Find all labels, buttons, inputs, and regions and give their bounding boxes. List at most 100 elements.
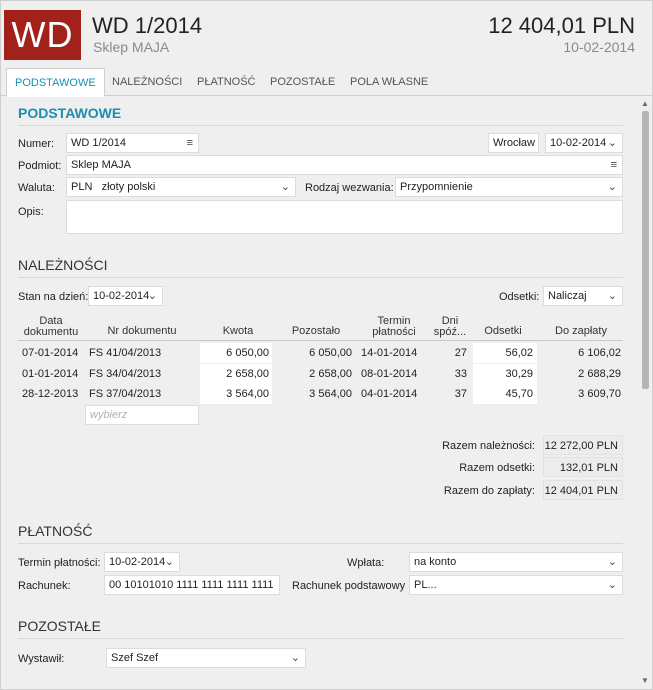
sum-receivables-value: 12 272,00 PLN: [543, 435, 623, 455]
number-field[interactable]: WD 1/2014 ≡: [66, 133, 199, 153]
as-of-label: Stan na dzień:: [18, 291, 89, 303]
entity-field[interactable]: Sklep MAJA ≡: [66, 155, 623, 175]
payment-due-value: 10-02-2014: [109, 556, 166, 568]
document-total: 12 404,01 PLN: [488, 13, 635, 38]
notice-type-label: Rodzaj wezwania:: [305, 182, 394, 194]
cell-amount[interactable]: 2 658,00: [200, 364, 272, 384]
payment-due-label: Termin płatności:: [18, 557, 101, 569]
add-document-input[interactable]: wybierz: [85, 405, 199, 425]
main-account-value: PL...: [414, 579, 437, 591]
deposit-label: Wpłata:: [347, 557, 385, 569]
issue-date-value: 10-02-2014: [550, 137, 607, 149]
document-number-title: WD 1/2014: [92, 13, 203, 38]
sum-to-pay-value: 12 404,01 PLN: [543, 480, 623, 500]
currency-select[interactable]: PLN złoty polski ⌄: [66, 177, 296, 197]
section-divider: [18, 543, 623, 544]
cell-days: 33: [454, 368, 467, 380]
interest-mode-label: Odsetki:: [499, 291, 540, 303]
issuer-value: Szef Szef: [111, 652, 159, 664]
cell-remaining: 3 564,00: [309, 388, 352, 400]
client-name: Sklep MAJA: [93, 39, 170, 55]
column-header-date: Data dokumentu: [21, 316, 81, 338]
tab-podstawowe[interactable]: PODSTAWOWE: [6, 68, 105, 97]
chevron-down-icon: ⌄: [290, 652, 300, 664]
cell-remaining: 2 658,00: [309, 368, 352, 380]
chevron-down-icon: ⌄: [280, 181, 290, 193]
scroll-up-arrow-icon[interactable]: ▲: [641, 99, 649, 108]
account-label: Rachunek:: [18, 580, 71, 592]
section-title-basic: PODSTAWOWE: [18, 105, 122, 121]
add-document-placeholder: wybierz: [90, 409, 128, 421]
scroll-down-arrow-icon[interactable]: ▼: [641, 676, 649, 685]
notice-type-select[interactable]: Przypomnienie ⌄: [395, 177, 623, 197]
cell-to-pay: 6 106,02: [578, 347, 621, 359]
account-field[interactable]: 00 10101010 1111 1111 1111 1111: [104, 575, 280, 595]
deposit-value: na konto: [414, 556, 457, 568]
cell-date: 28-12-2013: [22, 388, 79, 400]
sum-receivables-label: Razem należności:: [442, 440, 535, 452]
column-header-remaining: Pozostało: [291, 325, 341, 337]
column-header-amount: Kwota: [222, 325, 254, 337]
section-divider: [18, 638, 623, 639]
cell-date: 07-01-2014: [22, 347, 79, 359]
cell-amount[interactable]: 6 050,00: [200, 343, 272, 363]
issuer-select[interactable]: Szef Szef ⌄: [106, 648, 306, 668]
document-type-badge: WD: [4, 10, 81, 60]
currency-label: Waluta:: [18, 182, 55, 194]
cell-to-pay: 3 609,70: [578, 388, 621, 400]
tab-platnosc[interactable]: PŁATNOŚĆ: [189, 68, 263, 96]
account-value: 00 10101010 1111 1111 1111 1111: [109, 579, 274, 591]
section-title-payment: PŁATNOŚĆ: [18, 523, 93, 539]
tab-pola-wlasne[interactable]: POLA WŁASNE: [342, 68, 436, 96]
cell-interest[interactable]: 30,29: [473, 364, 537, 384]
cell-days: 27: [454, 347, 467, 359]
document-header: WD WD 1/2014 Sklep MAJA 12 404,01 PLN 10…: [1, 1, 652, 67]
cell-due: 04-01-2014: [361, 388, 418, 400]
city-field[interactable]: Wrocław: [488, 133, 539, 153]
interest-mode-value: Naliczaj: [548, 290, 587, 302]
sum-interest-label: Razem odsetki:: [459, 462, 535, 474]
section-title-other: POZOSTAŁE: [18, 618, 101, 634]
list-icon[interactable]: ≡: [187, 134, 193, 152]
list-icon[interactable]: ≡: [611, 156, 617, 174]
table-header-divider: [18, 340, 623, 341]
cell-interest[interactable]: 56,02: [473, 343, 537, 363]
section-title-receivables: NALEŻNOŚCI: [18, 257, 108, 273]
currency-code: PLN: [71, 181, 93, 193]
issuer-label: Wystawił:: [18, 653, 65, 665]
document-date: 10-02-2014: [563, 39, 635, 55]
as-of-date-picker[interactable]: 10-02-2014 ⌄: [88, 286, 163, 306]
chevron-down-icon: ⌄: [607, 137, 617, 149]
interest-mode-select[interactable]: Naliczaj ⌄: [543, 286, 623, 306]
number-field-value: WD 1/2014: [71, 137, 127, 149]
entity-label: Podmiot:: [18, 160, 62, 172]
tab-bar: PODSTAWOWE NALEŻNOŚCI PŁATNOŚĆ POZOSTAŁE…: [1, 68, 652, 97]
sum-to-pay-label: Razem do zapłaty:: [443, 485, 535, 497]
tab-pozostale[interactable]: POZOSTAŁE: [262, 68, 343, 96]
issue-date-picker[interactable]: 10-02-2014 ⌄: [545, 133, 623, 153]
tab-naleznosci[interactable]: NALEŻNOŚCI: [104, 68, 190, 96]
sum-interest-value: 132,01 PLN: [543, 457, 623, 477]
cell-interest[interactable]: 45,70: [473, 384, 537, 404]
entity-field-value: Sklep MAJA: [71, 159, 131, 171]
description-label: Opis:: [18, 206, 44, 218]
column-header-date-line2: dokumentu: [23, 326, 79, 338]
as-of-date-value: 10-02-2014: [93, 290, 150, 302]
payment-due-date-picker[interactable]: 10-02-2014 ⌄: [104, 552, 180, 572]
chevron-down-icon: ⌄: [147, 290, 157, 302]
cell-doc: FS 41/04/2013: [89, 347, 162, 359]
cell-amount[interactable]: 3 564,00: [200, 384, 272, 404]
column-header-due-line2: płatności: [372, 326, 416, 338]
cell-days: 37: [454, 388, 467, 400]
section-divider: [18, 277, 623, 278]
vertical-scrollbar[interactable]: ▲ ▼: [640, 97, 650, 687]
column-header-days: Dni spóź...: [433, 316, 467, 338]
chevron-down-icon: ⌄: [607, 556, 617, 568]
description-field[interactable]: [66, 200, 623, 234]
main-account-select[interactable]: PL... ⌄: [409, 575, 623, 595]
scrollbar-thumb[interactable]: [642, 111, 649, 389]
cell-doc: FS 34/04/2013: [89, 368, 162, 380]
column-header-doc: Nr dokumentu: [107, 325, 177, 337]
deposit-select[interactable]: na konto ⌄: [409, 552, 623, 572]
chevron-down-icon: ⌄: [607, 181, 617, 193]
